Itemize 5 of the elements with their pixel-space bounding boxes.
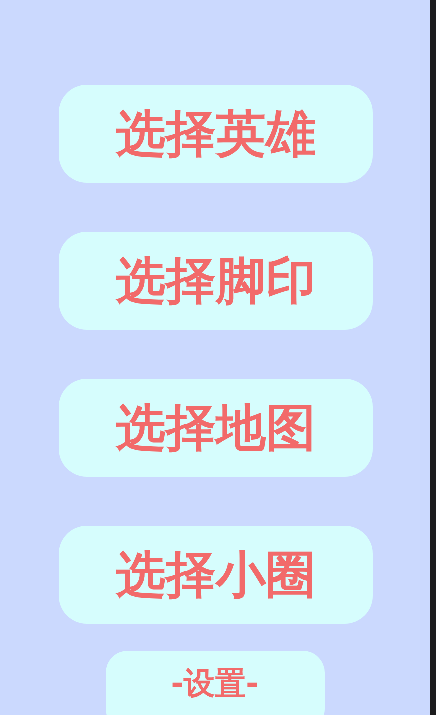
menu-button[interactable]: 选择小圈 [59, 526, 373, 624]
settings-button[interactable]: -设置- [106, 651, 324, 715]
menu-button[interactable]: 选择英雄 [59, 85, 373, 183]
menu-button[interactable]: 选择脚印 [59, 232, 373, 330]
menu-button[interactable]: 选择地图 [59, 379, 373, 477]
